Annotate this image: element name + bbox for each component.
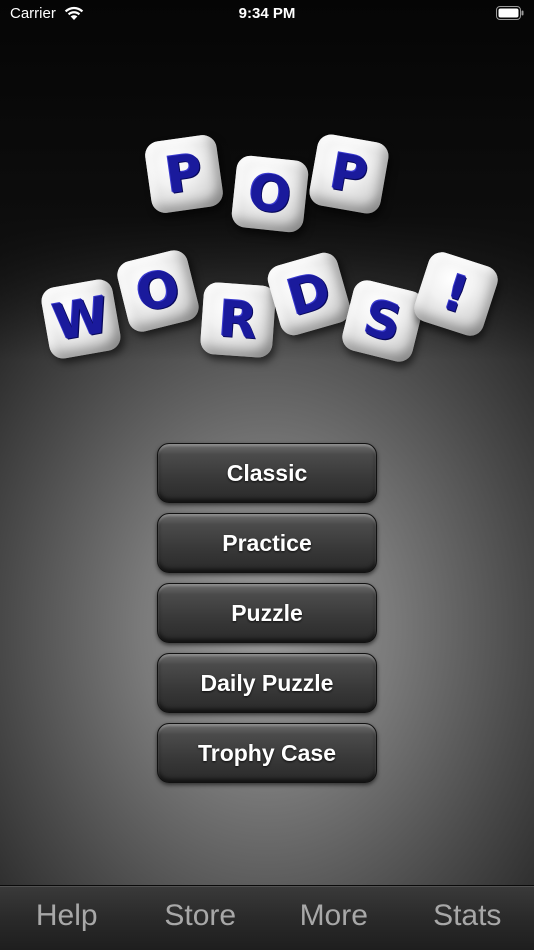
pop-words-logo: P O P W O R D S !	[0, 0, 534, 380]
letter-die: O	[114, 247, 202, 335]
die-letter: P	[325, 142, 373, 206]
letter-die: R	[199, 281, 277, 359]
tab-store[interactable]: Store	[134, 886, 268, 950]
main-menu: Classic Practice Puzzle Daily Puzzle Tro…	[157, 443, 377, 793]
daily-puzzle-button[interactable]: Daily Puzzle	[157, 653, 377, 713]
tab-more[interactable]: More	[267, 886, 401, 950]
die-letter: P	[161, 142, 207, 206]
letter-die: S	[339, 277, 427, 365]
die-letter: O	[130, 257, 186, 325]
die-letter: !	[436, 262, 476, 326]
status-bar: Carrier 9:34 PM	[0, 0, 534, 30]
tab-stats[interactable]: Stats	[401, 886, 534, 950]
letter-die: P	[307, 132, 391, 216]
die-letter: D	[281, 260, 337, 328]
die-letter: R	[216, 289, 260, 351]
letter-die: O	[230, 154, 310, 234]
trophy-case-button[interactable]: Trophy Case	[157, 723, 377, 783]
die-letter: S	[358, 288, 408, 354]
die-letter: O	[245, 162, 295, 226]
classic-button[interactable]: Classic	[157, 443, 377, 503]
die-letter: W	[48, 285, 114, 353]
status-time: 9:34 PM	[238, 5, 296, 22]
practice-button[interactable]: Practice	[157, 513, 377, 573]
letter-die: D	[264, 249, 354, 339]
tab-help[interactable]: Help	[0, 886, 134, 950]
bottom-tab-bar: Help Store More Stats	[0, 885, 534, 950]
letter-die: !	[410, 248, 502, 340]
app-screen: Carrier 9:34 PM P O P W O R D S ! Classi…	[0, 0, 534, 950]
letter-die: W	[39, 277, 123, 361]
puzzle-button[interactable]: Puzzle	[157, 583, 377, 643]
battery-icon	[496, 6, 524, 20]
letter-die: P	[143, 133, 225, 215]
